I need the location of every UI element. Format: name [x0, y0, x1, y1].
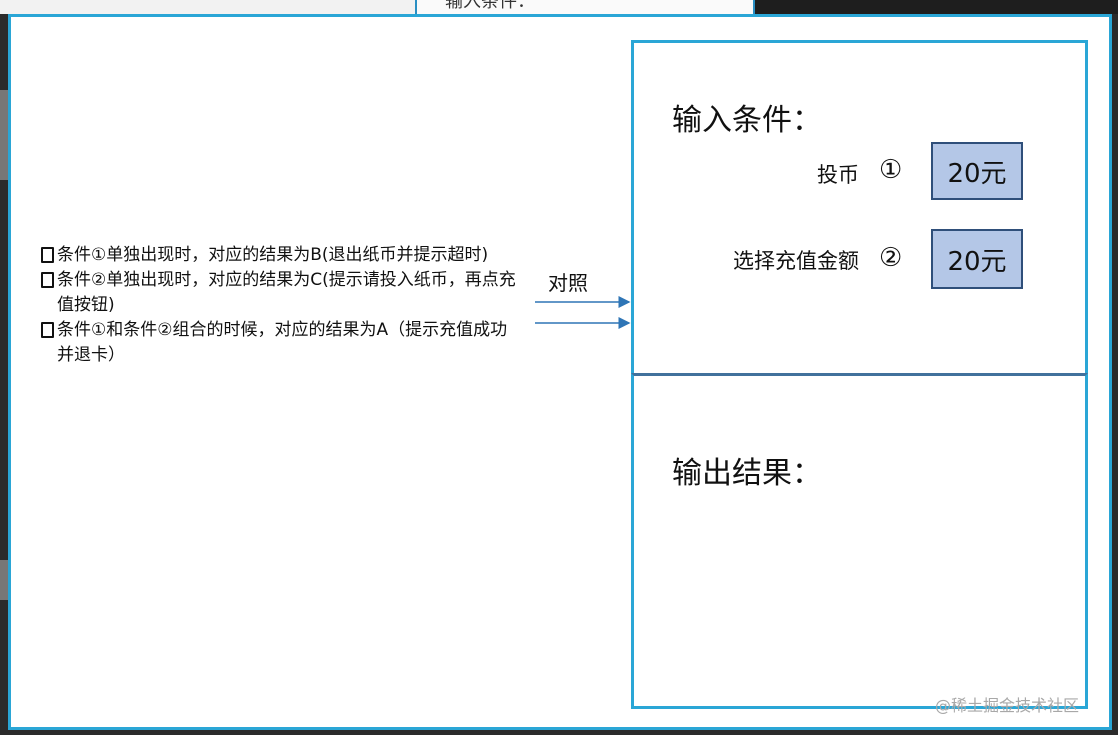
checkbox-bullet-icon	[41, 247, 54, 263]
condition-text: 条件②单独出现时，对应的结果为C(提示请投入纸币，再点充值按钮)	[57, 270, 516, 315]
input-conditions-box: 输入条件： 投币 ① 20元 选择充值金额 ② 20元	[631, 40, 1088, 375]
amount-label: 选择充值金额	[733, 249, 859, 273]
condition-item: 条件①单独出现时，对应的结果为B(退出纸币并提示超时)	[41, 243, 521, 268]
coin-label: 投币	[817, 163, 859, 187]
background-fragment-text: 输入条件：	[445, 0, 535, 12]
condition-list: 条件①单独出现时，对应的结果为B(退出纸币并提示超时) 条件②单独出现时，对应的…	[41, 243, 521, 368]
condition-marker: ①	[879, 155, 903, 185]
coin-value: 20元	[947, 158, 1007, 189]
slide-canvas: 条件①单独出现时，对应的结果为B(退出纸币并提示超时) 条件②单独出现时，对应的…	[8, 14, 1112, 730]
output-results-box: 输出结果：	[631, 373, 1088, 709]
background-window-strip	[0, 0, 415, 14]
background-edge-slice	[0, 560, 8, 600]
checkbox-bullet-icon	[41, 272, 54, 288]
checkbox-bullet-icon	[41, 322, 54, 338]
condition-text: 条件①单独出现时，对应的结果为B(退出纸币并提示超时)	[57, 245, 489, 265]
background-dark-strip	[755, 0, 1118, 14]
condition-item: 条件②单独出现时，对应的结果为C(提示请投入纸币，再点充值按钮)	[41, 268, 521, 318]
amount-value-box: 20元	[931, 229, 1023, 289]
background-window-fragment: 输入条件：	[415, 0, 755, 14]
condition-item: 条件①和条件②组合的时候，对应的结果为A（提示充值成功并退卡）	[41, 318, 521, 368]
output-heading: 输出结果：	[672, 456, 822, 491]
condition-text: 条件①和条件②组合的时候，对应的结果为A（提示充值成功并退卡）	[57, 320, 508, 365]
input-heading: 输入条件：	[672, 103, 822, 138]
background-edge-slice	[0, 90, 8, 180]
amount-value: 20元	[947, 246, 1007, 277]
compare-arrows-icon	[535, 296, 631, 329]
compare-label: 对照	[548, 271, 588, 295]
coin-value-box: 20元	[931, 142, 1023, 200]
watermark: @稀土掘金技术社区	[935, 696, 1080, 715]
condition-marker: ②	[879, 243, 903, 273]
